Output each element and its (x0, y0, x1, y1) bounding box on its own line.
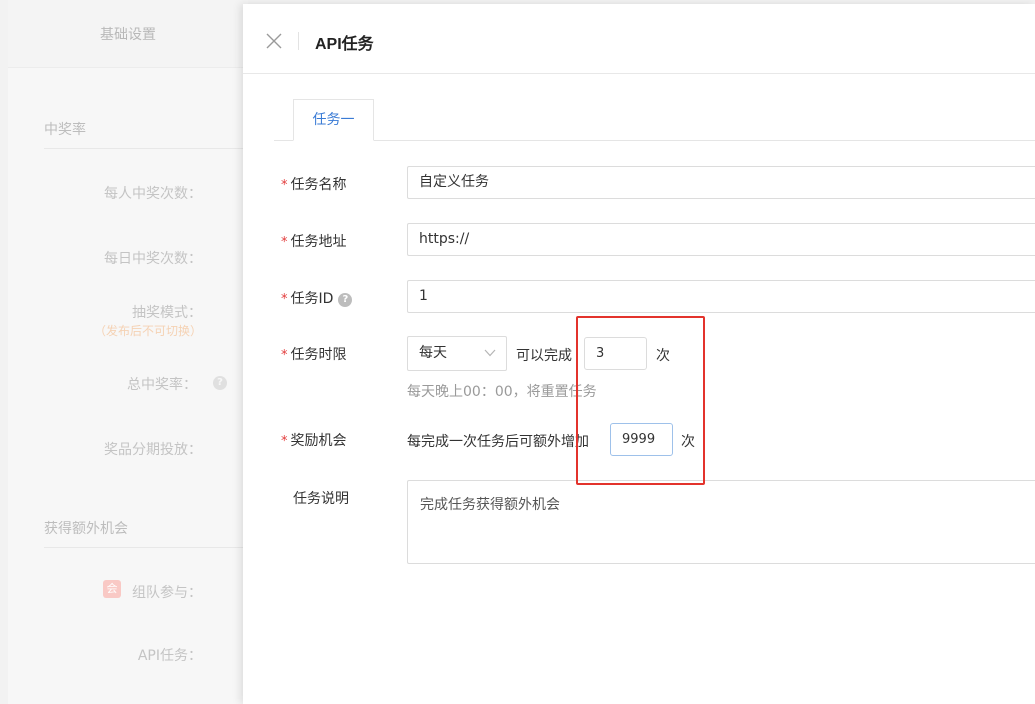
tab-task-one[interactable]: 任务一 (293, 99, 374, 141)
background-panel (8, 0, 248, 704)
times-unit: 次 (681, 434, 695, 450)
section-divider (44, 547, 244, 548)
reward-count-input[interactable]: 9999 (610, 423, 673, 456)
label-total-win-rate: 总中奖率： (127, 377, 197, 393)
reward-description-text: 每完成一次任务后可额外增加 (407, 434, 589, 450)
label-text: 任务地址 (290, 234, 347, 250)
label-description: 任务说明 (293, 491, 349, 507)
completion-count-input[interactable]: 3 (584, 337, 647, 370)
label-task-url: * 任务地址 (281, 231, 347, 251)
label-text: 任务ID (290, 291, 334, 307)
label-per-person-wins: 每人中奖次数： (104, 186, 202, 202)
description-textarea[interactable]: 完成任务获得额外机会 (407, 480, 1035, 564)
team-badge-icon: 会 (103, 580, 121, 598)
task-url-input[interactable]: https:// (407, 223, 1035, 256)
label-task-id: * 任务ID? (281, 288, 353, 308)
chevron-down-icon (484, 349, 496, 357)
label-task-limit: * 任务时限 (281, 344, 347, 364)
label-team-join: 组队参与： (132, 585, 202, 601)
label-prize-schedule: 奖品分期投放： (104, 442, 202, 458)
period-select-value: 每天 (419, 345, 447, 361)
label-draw-mode: 抽奖模式： (132, 305, 202, 321)
label-reward: * 奖励机会 (281, 430, 347, 450)
tabs-baseline (274, 140, 1035, 141)
task-name-input[interactable]: 自定义任务 (407, 166, 1035, 199)
header-divider (298, 32, 299, 50)
required-mark: * (281, 348, 288, 363)
required-mark: * (281, 434, 288, 449)
section-divider (44, 148, 244, 149)
required-mark: * (281, 235, 288, 250)
api-task-drawer: API任务 任务一 * 任务名称 自定义任务 * 任务地址 https:// * 任务… (243, 4, 1035, 704)
label-daily-wins: 每日中奖次数： (104, 251, 202, 267)
help-icon[interactable]: ? (213, 376, 227, 390)
reset-hint: 每天晚上00：00，将重置任务 (407, 384, 597, 400)
label-api-task: API任务： (137, 648, 202, 664)
drawer-header: API任务 (243, 4, 1035, 74)
close-icon[interactable] (265, 32, 283, 50)
section-title-win-rate: 中奖率 (44, 122, 86, 138)
draw-mode-note: （发布后不可切换） (93, 324, 202, 338)
help-icon[interactable]: ? (338, 293, 353, 307)
required-mark: * (281, 292, 288, 307)
period-select[interactable]: 每天 (407, 336, 507, 371)
drawer-title: API任务 (315, 36, 374, 53)
task-id-input[interactable]: 1 (407, 280, 1035, 313)
times-unit: 次 (656, 348, 670, 364)
label-text: 奖励机会 (290, 433, 347, 449)
section-title-extra-chances: 获得额外机会 (44, 521, 128, 537)
tab-basic-settings[interactable]: 基础设置 (8, 0, 248, 68)
label-task-name: * 任务名称 (281, 174, 347, 194)
can-complete-text: 可以完成 (516, 348, 572, 364)
required-mark: * (281, 178, 288, 193)
label-text: 任务名称 (290, 177, 347, 193)
label-text: 任务时限 (290, 347, 347, 363)
